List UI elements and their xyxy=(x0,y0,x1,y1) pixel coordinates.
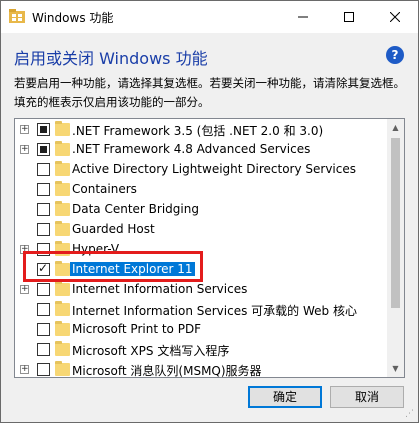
scroll-down-arrow-icon[interactable]: ▼ xyxy=(387,360,404,377)
windows-features-app-icon xyxy=(9,9,25,23)
feature-label: Containers xyxy=(72,182,137,196)
folder-icon xyxy=(55,301,70,316)
scroll-up-arrow-icon[interactable]: ▲ xyxy=(387,119,404,136)
folder-icon xyxy=(55,181,70,196)
resize-grip-icon[interactable]: ⋰ xyxy=(405,409,415,419)
folder-icon xyxy=(55,321,70,336)
feature-label: Data Center Bridging xyxy=(72,202,199,216)
feature-label: Internet Information Services xyxy=(72,282,248,296)
folder-icon xyxy=(55,121,70,136)
folder-icon xyxy=(55,281,70,296)
feature-label: .NET Framework 3.5 (包括 .NET 2.0 和 3.0) xyxy=(72,124,324,138)
folder-icon xyxy=(55,161,70,176)
feature-label: Microsoft 消息队列(MSMQ)服务器 xyxy=(72,364,262,378)
feature-label: Microsoft Print to PDF xyxy=(72,322,202,336)
feature-row[interactable]: + Internet Information Services xyxy=(15,280,387,300)
feature-label: Internet Information Services 可承载的 Web 核… xyxy=(72,304,357,318)
feature-row[interactable]: + Microsoft 消息队列(MSMQ)服务器 xyxy=(15,360,387,378)
expand-plus-icon[interactable]: + xyxy=(20,285,29,294)
maximize-button[interactable] xyxy=(326,1,372,33)
help-icon[interactable]: ? xyxy=(386,46,404,64)
feature-checkbox[interactable] xyxy=(37,223,50,236)
feature-row[interactable]: Microsoft XPS 文档写入程序 xyxy=(15,340,387,360)
feature-checkbox[interactable] xyxy=(37,343,50,356)
folder-icon xyxy=(55,201,70,216)
feature-row[interactable]: Active Directory Lightweight Directory S… xyxy=(15,160,387,180)
feature-checkbox[interactable] xyxy=(37,183,50,196)
feature-row[interactable]: + .NET Framework 4.8 Advanced Services xyxy=(15,140,387,160)
feature-row[interactable]: + .NET Framework 3.5 (包括 .NET 2.0 和 3.0) xyxy=(15,120,387,140)
title-bar[interactable]: Windows 功能 xyxy=(1,1,418,33)
feature-label: .NET Framework 4.8 Advanced Services xyxy=(72,142,311,156)
minimize-icon xyxy=(298,16,308,18)
feature-checkbox[interactable] xyxy=(37,303,50,316)
feature-checkbox[interactable] xyxy=(37,143,50,156)
ok-button[interactable]: 确定 xyxy=(248,386,322,408)
folder-icon xyxy=(55,361,70,376)
expand-plus-icon[interactable]: + xyxy=(20,365,29,374)
expand-plus-icon[interactable]: + xyxy=(20,125,29,134)
feature-row[interactable]: Internet Information Services 可承载的 Web 核… xyxy=(15,300,387,320)
expand-plus-icon[interactable]: + xyxy=(20,145,29,154)
cancel-button[interactable]: 取消 xyxy=(330,386,404,408)
close-icon xyxy=(390,12,400,22)
feature-checkbox[interactable] xyxy=(37,363,50,376)
feature-row[interactable]: Data Center Bridging xyxy=(15,200,387,220)
window-title: Windows 功能 xyxy=(32,11,114,25)
folder-icon xyxy=(55,141,70,156)
feature-label: Active Directory Lightweight Directory S… xyxy=(72,162,356,176)
maximize-icon xyxy=(344,12,354,22)
folder-icon xyxy=(55,341,70,356)
feature-checkbox[interactable] xyxy=(37,323,50,336)
feature-row[interactable]: Containers xyxy=(15,180,387,200)
feature-row[interactable]: Guarded Host xyxy=(15,220,387,240)
close-button[interactable] xyxy=(372,1,418,33)
red-highlight-annotation xyxy=(23,251,203,282)
dialog-heading: 启用或关闭 Windows 功能 xyxy=(14,49,208,68)
feature-label: Microsoft XPS 文档写入程序 xyxy=(72,344,230,358)
dialog-description: 若要启用一种功能，请选择其复选框。若要关闭一种功能，请清除其复选框。填充的框表示… xyxy=(14,76,405,109)
feature-label: Guarded Host xyxy=(72,222,155,236)
feature-checkbox[interactable] xyxy=(37,163,50,176)
vertical-scrollbar[interactable]: ▲ ▼ xyxy=(387,119,404,377)
feature-checkbox[interactable] xyxy=(37,203,50,216)
features-tree[interactable]: + .NET Framework 3.5 (包括 .NET 2.0 和 3.0) +… xyxy=(14,118,405,378)
folder-icon xyxy=(55,221,70,236)
minimize-button[interactable] xyxy=(280,1,326,33)
feature-row[interactable]: Microsoft Print to PDF xyxy=(15,320,387,340)
windows-features-dialog: Windows 功能 启用或关闭 Windows 功能 ? 若要启用一种功能，请… xyxy=(0,0,419,423)
feature-checkbox[interactable] xyxy=(37,123,50,136)
feature-checkbox[interactable] xyxy=(37,283,50,296)
scroll-thumb[interactable] xyxy=(391,138,400,308)
